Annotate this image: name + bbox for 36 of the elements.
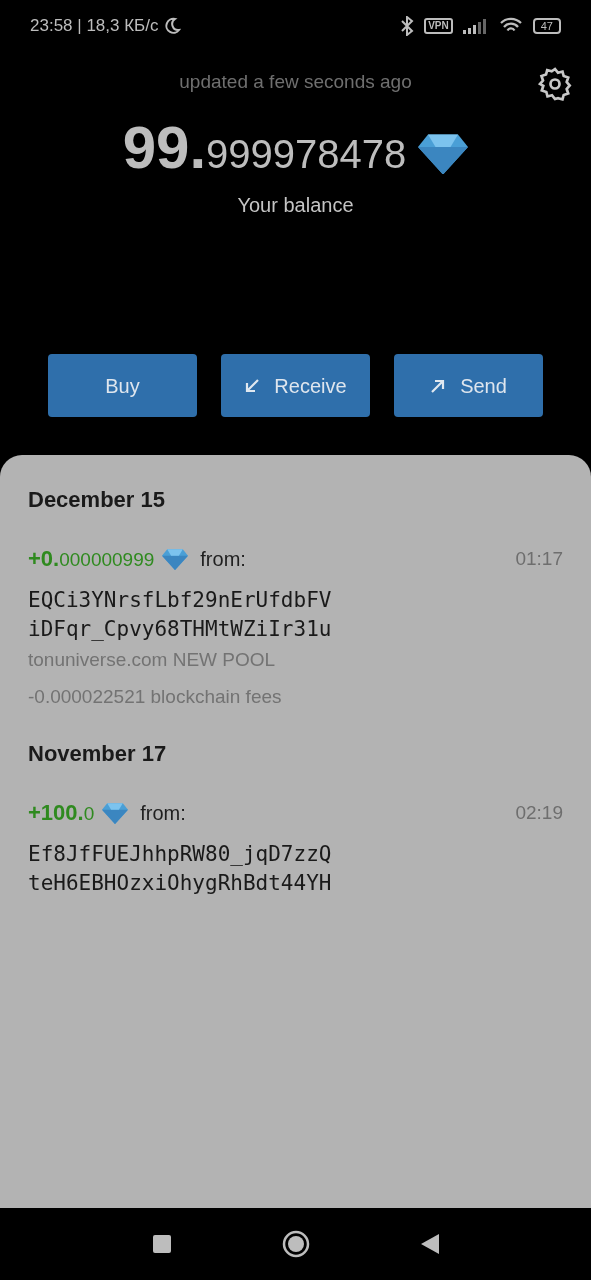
transaction-fee: -0.000022521 blockchain fees (28, 684, 283, 709)
recent-apps-icon[interactable] (151, 1234, 172, 1254)
signal-icon (462, 18, 489, 34)
bluetooth-icon (400, 16, 415, 36)
transaction-amount: +100.0 (28, 802, 95, 824)
address-line: Ef8JfFUEJhhpRW80_jqD7zzQ (28, 841, 333, 868)
send-button[interactable]: Send (394, 354, 543, 417)
arrow-up-right-icon (430, 377, 447, 394)
balance-label: Your balance (237, 193, 354, 218)
address-line: EQCi3YNrsfLbf29nErUfdbFV (28, 587, 333, 614)
transaction-time: 02:19 (515, 800, 563, 825)
transaction-item[interactable]: +0.000000999 from: 01:17 EQCi3YNrsfLbf29nErUfdbFV iDFqr_Cpvy68THMtWZiIr31u tonuniverse.com NEW POOL -0.000022521 blockchain fees (28, 544, 563, 711)
address-line: iDFqr_Cpvy68THMtWZiIr31u (28, 616, 333, 643)
date-heading: November 17 (28, 740, 168, 768)
transaction-item[interactable]: +100.0 from: 02:19 Ef8JfFUEJhhpRW80_jqD7zzQ teH6EBHOzxiOhygRhBdt44YH (28, 798, 563, 898)
date-heading: December 15 (28, 486, 166, 514)
buy-button[interactable]: Buy (48, 354, 197, 417)
direction-label: from: (200, 547, 246, 572)
address-line: teH6EBHOzxiOhygRhBdt44YH (28, 870, 333, 897)
diamond-icon (102, 801, 129, 825)
direction-label: from: (140, 801, 186, 826)
home-icon[interactable] (281, 1230, 310, 1258)
diamond-icon (162, 547, 189, 571)
arrow-down-left-icon (244, 377, 261, 394)
battery-indicator: 47 (532, 18, 561, 34)
transaction-time: 01:17 (515, 546, 563, 571)
transaction-comment: tonuniverse.com NEW POOL (28, 648, 277, 672)
status-time: 23:58 | 18,3 КБ/с (30, 15, 159, 38)
moon-icon (162, 17, 181, 35)
balance-amount: 99.999978478 (122, 118, 407, 178)
vpn-badge: VPN (424, 18, 453, 34)
settings-icon[interactable] (537, 66, 573, 102)
receive-button[interactable]: Receive (221, 354, 370, 417)
updated-status: updated a few seconds ago (179, 69, 412, 94)
transaction-amount: +0.000000999 (28, 548, 155, 570)
back-icon[interactable] (419, 1233, 440, 1255)
